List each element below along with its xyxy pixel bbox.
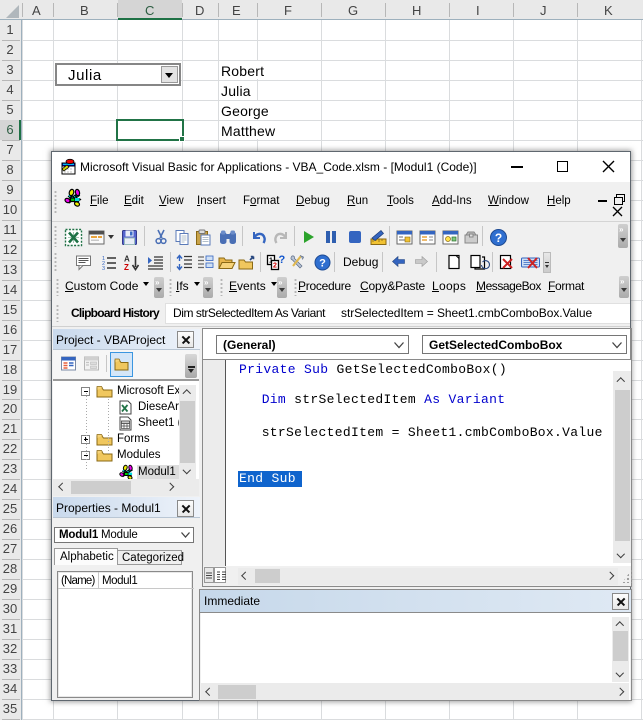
svg-text:Z: Z bbox=[124, 263, 129, 272]
svg-text:?: ? bbox=[319, 258, 326, 270]
svg-text:2: 2 bbox=[273, 263, 277, 270]
svg-text:3: 3 bbox=[102, 266, 105, 272]
svg-text:?: ? bbox=[495, 231, 502, 245]
svg-text:?: ? bbox=[279, 254, 286, 266]
